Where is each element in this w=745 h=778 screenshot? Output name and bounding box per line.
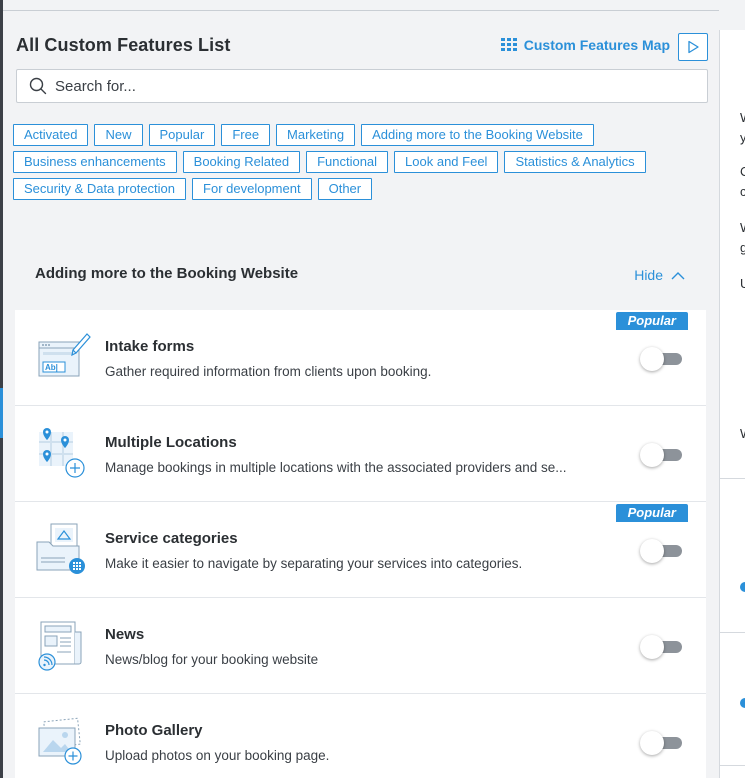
locations-icon: [39, 428, 85, 478]
tag-other[interactable]: Other: [317, 178, 373, 200]
svg-text:Ab|: Ab|: [45, 363, 58, 372]
divider: [720, 765, 745, 766]
feature-name: Photo Gallery: [105, 722, 203, 739]
status-dot: [740, 582, 745, 592]
tag-security-data-protection[interactable]: Security & Data protection: [13, 178, 187, 200]
tag-free[interactable]: Free: [221, 124, 271, 146]
right-panel-text: C: [740, 164, 745, 179]
chevron-up-icon: [671, 271, 685, 279]
tag-look-and-feel[interactable]: Look and Feel: [394, 151, 499, 173]
feature-list: Ab| Intake forms Gather required informa…: [15, 310, 706, 778]
right-panel-text: U: [740, 276, 745, 291]
intake-form-icon: Ab|: [38, 333, 91, 377]
feature-description: Gather required information from clients…: [105, 364, 432, 379]
right-detail-panel: W y C c W g U W: [719, 30, 745, 778]
feature-toggle[interactable]: [640, 539, 684, 563]
right-panel-text: W: [740, 110, 745, 125]
feature-description: Make it easier to navigate by separating…: [105, 556, 523, 571]
popular-badge: Popular: [615, 312, 688, 330]
service-categories-icon: [36, 523, 85, 574]
panel-header: All Custom Features List Custom Features…: [16, 33, 708, 61]
feature-toggle[interactable]: [640, 443, 684, 467]
feature-toggle[interactable]: [640, 635, 684, 659]
hide-section-button[interactable]: Hide: [634, 267, 685, 283]
photo-gallery-icon: [38, 717, 82, 765]
feature-toggle[interactable]: [640, 347, 684, 371]
divider: [720, 478, 745, 479]
tag-statistics-analytics[interactable]: Statistics & Analytics: [504, 151, 646, 173]
custom-features-map-link[interactable]: Custom Features Map: [500, 37, 670, 53]
section-title: Adding more to the Booking Website: [35, 265, 299, 282]
right-panel-text: y: [740, 130, 745, 145]
popular-badge: Popular: [615, 504, 688, 522]
feature-description: Upload photos on your booking page.: [105, 748, 330, 763]
feature-description: Manage bookings in multiple locations wi…: [105, 460, 567, 475]
feature-row-photo-gallery[interactable]: Photo Gallery Upload photos on your book…: [15, 694, 706, 778]
tag-adding-more-to-booking-website[interactable]: Adding more to the Booking Website: [361, 124, 594, 146]
hide-label: Hide: [634, 267, 663, 283]
news-icon: [38, 621, 82, 671]
filter-tags: Activated New Popular Free Marketing Add…: [13, 124, 693, 200]
feature-row-service-categories[interactable]: Service categories Make it easier to nav…: [15, 502, 706, 598]
search-icon: [29, 77, 47, 95]
play-icon: [688, 40, 699, 54]
play-video-button[interactable]: [678, 33, 708, 61]
feature-toggle[interactable]: [640, 731, 684, 755]
feature-description: News/blog for your booking website: [105, 652, 319, 667]
feature-name: News: [105, 626, 145, 643]
page-title: All Custom Features List: [16, 35, 231, 55]
tag-booking-related[interactable]: Booking Related: [182, 151, 301, 173]
search-field[interactable]: [16, 69, 708, 103]
tag-marketing[interactable]: Marketing: [276, 124, 356, 146]
feature-row-multiple-locations[interactable]: Multiple Locations Manage bookings in mu…: [15, 406, 706, 502]
tag-for-development[interactable]: For development: [192, 178, 312, 200]
feature-name: Multiple Locations: [105, 434, 237, 451]
right-panel-text: W: [740, 220, 745, 235]
search-input[interactable]: [55, 77, 695, 95]
right-panel-text: g: [740, 240, 745, 255]
custom-features-map-label: Custom Features Map: [523, 37, 670, 53]
right-panel-text: W: [740, 426, 745, 441]
tag-business-enhancements[interactable]: Business enhancements: [13, 151, 177, 173]
feature-name: Service categories: [105, 530, 238, 547]
divider: [720, 632, 745, 633]
tag-popular[interactable]: Popular: [148, 124, 216, 146]
tag-new[interactable]: New: [94, 124, 143, 146]
right-panel-text: c: [740, 184, 745, 199]
tag-activated[interactable]: Activated: [13, 124, 89, 146]
tag-functional[interactable]: Functional: [306, 151, 389, 173]
grid-icon: [500, 38, 517, 51]
status-dot: [740, 698, 745, 708]
feature-name: Intake forms: [105, 338, 195, 355]
feature-row-intake-forms[interactable]: Ab| Intake forms Gather required informa…: [15, 310, 706, 406]
feature-row-news[interactable]: News News/blog for your booking website: [15, 598, 706, 694]
section-header: Adding more to the Booking Website Hide: [35, 265, 685, 287]
